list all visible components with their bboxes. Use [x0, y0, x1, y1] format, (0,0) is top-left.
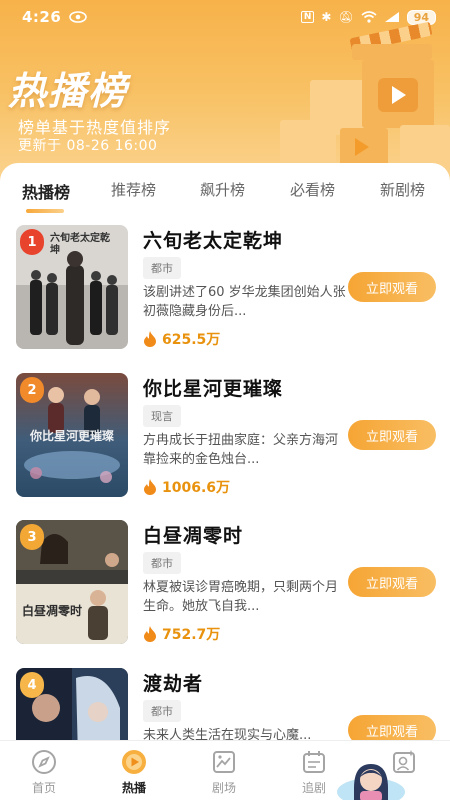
tab-hot[interactable]: 热播榜	[22, 179, 70, 203]
nav-label: 热播	[121, 781, 146, 795]
updated-time: 更新于 08-26 16:00	[18, 138, 158, 154]
drama-description: 林夏被误诊胃癌晚期，只剩两个月生命。她放飞自我...	[143, 580, 339, 614]
drama-title[interactable]: 你比星河更璀璨	[143, 374, 283, 401]
rank-badge: 1	[20, 229, 44, 255]
header-illustration	[250, 20, 450, 170]
poster-caption: 白昼凋零时	[22, 604, 83, 618]
tab-must-watch[interactable]: 必看榜	[290, 179, 335, 200]
theater-icon	[213, 751, 235, 773]
nav-home[interactable]: 首页	[14, 747, 74, 796]
compass-icon	[32, 750, 56, 774]
heat-value: 752.7万	[162, 627, 221, 643]
rank-badge: 2	[20, 377, 44, 403]
drama-title[interactable]: 六旬老太定乾坤	[143, 226, 283, 253]
poster-caption: 你比星河更璀璨	[30, 429, 115, 443]
drama-description: 方冉成长于扭曲家庭：父亲方海河靠捡来的金色烛台...	[143, 433, 339, 467]
play-circle-icon	[122, 750, 146, 774]
drama-title[interactable]: 渡劫者	[143, 669, 203, 696]
nav-label: 追剧	[301, 781, 326, 795]
watch-now-button[interactable]: 立即观看	[348, 420, 436, 450]
nav-theater[interactable]: 剧场	[194, 747, 254, 796]
drama-description: 未来人类生活在现实与心魔...	[143, 728, 312, 740]
genre-tag: 都市	[143, 257, 181, 279]
list-item[interactable]: 白昼凋零时 3 白昼凋零时 都市 林夏被误诊胃癌晚期，只剩两个月生命。她放飞自我…	[0, 520, 450, 650]
heat-value: 625.5万	[162, 332, 221, 348]
tab-indicator	[26, 209, 64, 213]
heat-value: 1006.6万	[162, 480, 231, 496]
heat-score: 752.7万	[143, 624, 220, 644]
list-item[interactable]: 4 渡劫者 都市 未来人类生活在现实与心魔... 立即观看	[0, 668, 450, 740]
poster-image[interactable]: 白昼凋零时 3	[16, 520, 128, 644]
flame-icon	[144, 479, 156, 495]
genre-tag: 现言	[143, 405, 181, 427]
flame-icon	[144, 626, 156, 642]
list-item[interactable]: 你比星河更璀璨 2 你比星河更璀璨 现言 方冉成长于扭曲家庭：父亲方海河靠捡来的…	[0, 373, 450, 503]
drama-title[interactable]: 白昼凋零时	[143, 521, 243, 548]
poster-image[interactable]: 六旬老太定乾坤 1	[16, 225, 128, 349]
avatar-art	[337, 764, 405, 800]
poster-image[interactable]: 你比星河更璀璨 2	[16, 373, 128, 497]
tab-new[interactable]: 新剧榜	[380, 179, 425, 200]
calendar-icon	[303, 751, 325, 773]
tab-rising[interactable]: 飙升榜	[200, 179, 245, 200]
nav-label: 剧场	[211, 781, 236, 795]
status-time: 4:26	[22, 8, 62, 26]
poster-caption: 六旬老太定乾坤	[50, 233, 110, 256]
tab-recommend[interactable]: 推荐榜	[111, 179, 156, 200]
watch-now-button[interactable]: 立即观看	[348, 272, 436, 302]
nav-follow[interactable]: 追剧	[284, 747, 344, 796]
eye-icon	[69, 11, 88, 23]
list-item[interactable]: 六旬老太定乾坤 1 六旬老太定乾坤 都市 该剧讲述了60 岁华龙集团创始人张初薇…	[0, 225, 450, 355]
poster-image[interactable]: 4	[16, 668, 128, 740]
genre-tag: 都市	[143, 552, 181, 574]
ranking-tabs: 热播榜 推荐榜 飙升榜 必看榜 新剧榜	[0, 163, 450, 215]
nav-hot[interactable]: 热播	[104, 747, 164, 796]
watch-now-button[interactable]: 立即观看	[348, 567, 436, 597]
heat-score: 1006.6万	[143, 477, 230, 497]
floating-avatar[interactable]	[336, 758, 406, 800]
watch-now-button[interactable]: 立即观看	[348, 715, 436, 740]
genre-tag: 都市	[143, 700, 181, 722]
rank-badge: 3	[20, 524, 44, 550]
rank-badge: 4	[20, 672, 44, 698]
nav-label: 首页	[31, 781, 56, 795]
heat-score: 625.5万	[143, 329, 220, 349]
flame-icon	[144, 331, 156, 347]
drama-description: 该剧讲述了60 岁华龙集团创始人张初薇隐藏身份后...	[143, 285, 346, 319]
page-title: 热播榜	[8, 69, 129, 113]
